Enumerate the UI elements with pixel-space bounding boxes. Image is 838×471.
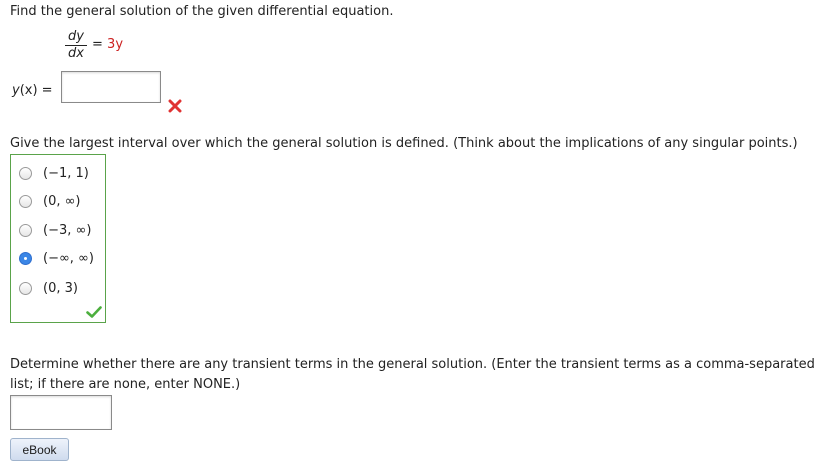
- derivative-fraction: dy dx: [65, 30, 87, 61]
- answer-label: y(x) =: [12, 83, 53, 98]
- choice-label: (−∞, ∞): [43, 250, 94, 266]
- question2-prompt: Give the largest interval over which the…: [10, 136, 798, 151]
- fraction-numerator: dy: [65, 30, 87, 46]
- choice-option-3[interactable]: (−3, ∞): [19, 221, 91, 239]
- radio-button[interactable]: [19, 194, 32, 208]
- question3-prompt: Determine whether there are any transien…: [10, 357, 815, 392]
- choice-label: (−3, ∞): [43, 222, 92, 238]
- general-solution-input[interactable]: [61, 71, 161, 103]
- radio-button[interactable]: [19, 166, 32, 180]
- answer-label-func: y: [12, 83, 20, 98]
- equation-rhs-value: 3y: [107, 37, 124, 52]
- choice-label: (0, ∞): [43, 193, 81, 209]
- equation-rhs: = 3y: [92, 37, 123, 52]
- equals-sign: =: [92, 37, 103, 52]
- choice-label: (0, 3): [43, 280, 78, 296]
- radio-button[interactable]: [19, 281, 32, 295]
- answer-label-arg: (x) =: [19, 83, 53, 98]
- x-mark-icon: [168, 99, 182, 113]
- choice-option-5[interactable]: (0, 3): [19, 279, 78, 297]
- radio-button[interactable]: [19, 223, 32, 237]
- question1-instruction: Find the general solution of the given d…: [10, 4, 394, 19]
- ebook-button[interactable]: eBook: [10, 438, 69, 461]
- transient-terms-input[interactable]: [10, 395, 112, 430]
- choice-option-4[interactable]: (−∞, ∞): [19, 249, 94, 267]
- choice-label: (−1, 1): [43, 165, 89, 181]
- interval-choices: (−1, 1) (0, ∞) (−3, ∞) (−∞, ∞) (0, 3): [10, 154, 106, 323]
- choice-option-2[interactable]: (0, ∞): [19, 192, 81, 210]
- radio-button-selected[interactable]: [19, 251, 32, 265]
- choice-option-1[interactable]: (−1, 1): [19, 164, 89, 182]
- fraction-denominator: dx: [68, 46, 84, 61]
- checkmark-icon: [86, 306, 102, 318]
